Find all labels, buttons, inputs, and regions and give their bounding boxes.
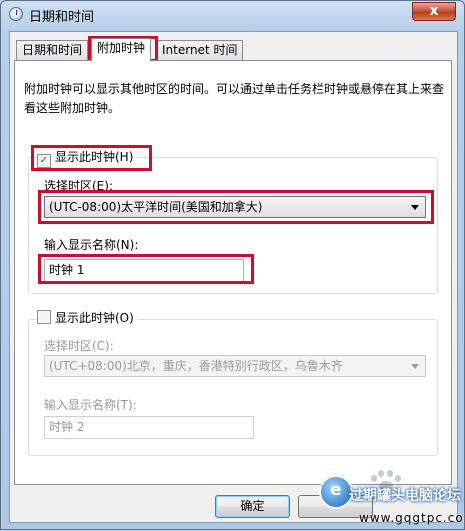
clock1-checkbox[interactable]: ✓: [37, 154, 51, 168]
clock2-name-input[interactable]: 时钟 2: [44, 416, 254, 439]
clock1-name-label: 输入显示名称(N):: [44, 238, 139, 252]
window-title: 日期和时间: [29, 10, 95, 25]
clock2-checkbox-label: 显示此时钟(O): [55, 311, 134, 325]
forum-watermark: e 过期罐头电脑论坛 www.gqgtpc.com: [319, 469, 465, 531]
chevron-down-icon: [411, 205, 419, 210]
clock-icon: [9, 7, 23, 21]
tab-internet-time[interactable]: Internet 时间: [156, 40, 244, 60]
clock1-timezone-label: 选择时区(E):: [44, 179, 113, 193]
clock1-timezone-value: (UTC-08:00)太平洋时间(美国和加拿大): [49, 200, 263, 214]
dialog-body: 日期和时间 附加时钟 Internet 时间 附加时钟可以显示其他时区的时间。可…: [9, 31, 458, 523]
clock1-name-input[interactable]: 时钟 1: [44, 259, 244, 282]
chevron-down-icon: [411, 364, 419, 369]
clock1-checkbox-label: 显示此时钟(H): [55, 150, 134, 164]
clock2-timezone-select[interactable]: (UTC+08:00)北京，重庆，香港特别行政区，乌鲁木齐: [44, 355, 426, 377]
tab-date-time[interactable]: 日期和时间: [16, 40, 89, 60]
tab-additional-clocks[interactable]: 附加时钟: [91, 38, 152, 61]
clock1-timezone-select[interactable]: (UTC-08:00)太平洋时间(美国和加拿大): [44, 196, 426, 218]
date-time-dialog: 日期和时间 x 日期和时间 附加时钟 Internet 时间 附加时钟可以显示其…: [0, 0, 465, 530]
description-text: 附加时钟可以显示其他时区的时间。可以通过单击任务栏时钟或悬停在其上来查看这些附加…: [24, 82, 445, 115]
watermark-url: www.gqgtpc.com: [359, 511, 465, 525]
clock2-timezone-label: 选择时区(C):: [44, 339, 114, 353]
title-bar[interactable]: 日期和时间 x: [1, 1, 464, 29]
clock2-checkbox[interactable]: [37, 310, 51, 324]
close-button[interactable]: x: [412, 2, 456, 21]
clock2-timezone-value: (UTC+08:00)北京，重庆，香港特别行政区，乌鲁木齐: [49, 359, 343, 373]
clock2-name-label: 输入显示名称(T):: [44, 398, 137, 412]
watermark-text: 过期罐头电脑论坛: [349, 488, 461, 504]
clock1-checkbox-row[interactable]: ✓ 显示此时钟(H): [37, 149, 137, 168]
ok-button[interactable]: 确定: [215, 495, 290, 518]
forum-logo-icon: e: [319, 475, 353, 509]
clock2-checkbox-row[interactable]: 显示此时钟(O): [37, 310, 137, 328]
